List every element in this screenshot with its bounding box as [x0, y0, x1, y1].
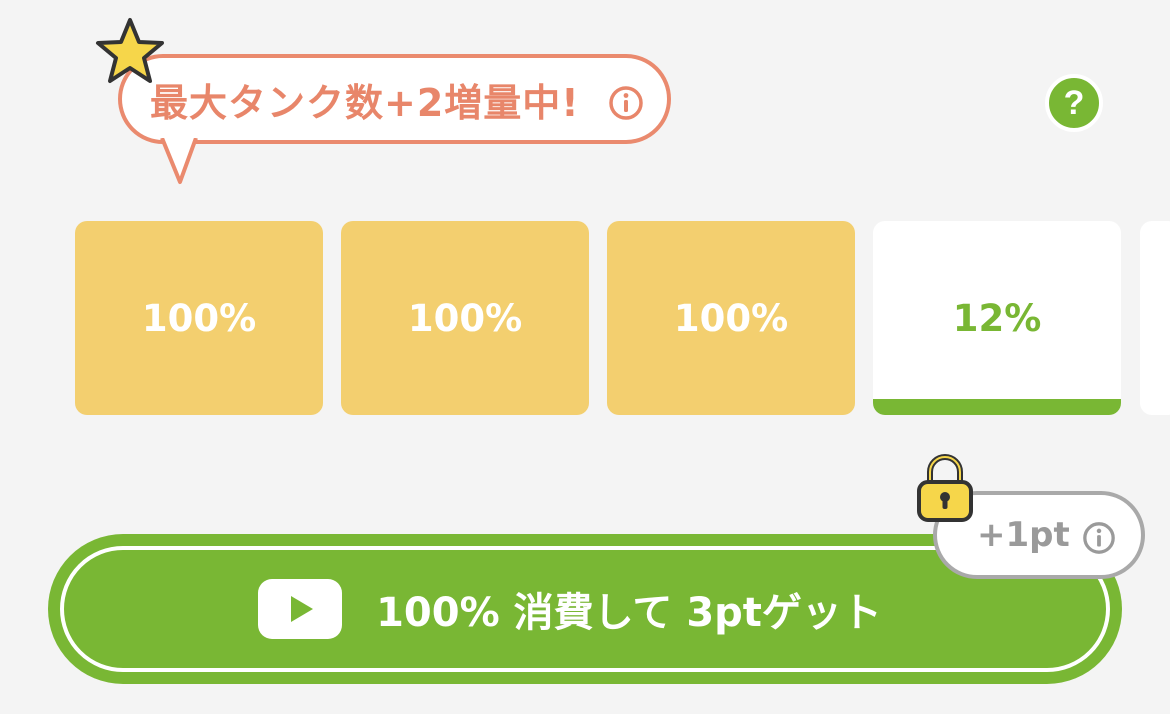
banner-text: 最大タンク数+2増量中! — [150, 80, 580, 125]
tank-1: 100% — [75, 221, 323, 415]
tank-percent: 100% — [673, 296, 789, 340]
tank-percent: 12% — [952, 296, 1042, 340]
help-button[interactable]: ? — [1045, 74, 1103, 132]
video-play-icon — [258, 579, 343, 639]
star-icon — [96, 18, 164, 83]
tank-5-partial — [1140, 221, 1170, 415]
max-tank-boost-banner: 最大タンク数+2増量中! — [118, 54, 671, 144]
tank-2: 100% — [341, 221, 589, 415]
bubble-tail — [160, 138, 198, 184]
info-circle-icon[interactable] — [608, 85, 644, 121]
tank-percent: 100% — [407, 296, 523, 340]
bonus-label: +1pt — [977, 515, 1070, 555]
tank-3: 100% — [607, 221, 855, 415]
tank-percent: 100% — [141, 296, 257, 340]
info-circle-icon[interactable] — [1082, 521, 1116, 555]
tank-fill — [873, 399, 1121, 415]
question-mark-icon: ? — [1063, 83, 1085, 122]
lock-icon — [917, 454, 973, 522]
button-label: 100% 消費して 3ptゲット — [376, 590, 882, 636]
tank-4: 12% — [873, 221, 1121, 415]
